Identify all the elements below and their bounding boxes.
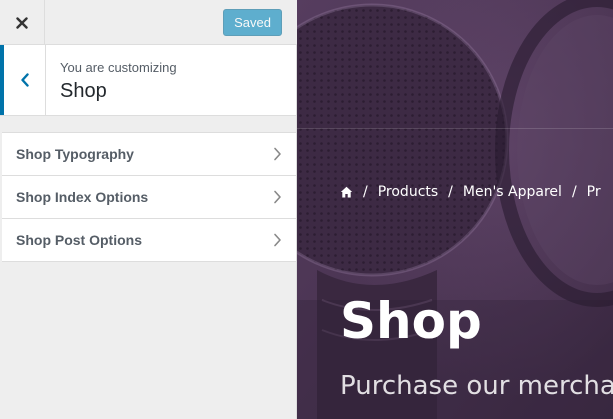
chevron-right-icon: [274, 190, 281, 204]
menu-item-label: Shop Index Options: [16, 189, 149, 205]
page-subtitle: Purchase our merchan: [340, 371, 613, 401]
customizing-label: You are customizing: [60, 60, 177, 75]
section-header: You are customizing Shop: [0, 45, 296, 116]
chevron-right-icon: [274, 233, 281, 247]
chevron-right-icon: [274, 147, 281, 161]
site-preview: / Products / Men's Apparel / Pr Shop Pur…: [297, 0, 613, 419]
breadcrumb-current[interactable]: Pr: [587, 184, 601, 200]
menu-item-label: Shop Post Options: [16, 232, 142, 248]
section-menu: Shop Typography Shop Index Options Shop …: [2, 132, 296, 262]
section-title: Shop: [60, 80, 107, 102]
customizer-panel: Saved You are customizing Shop Shop Typo…: [0, 0, 297, 419]
menu-item-shop-index-options[interactable]: Shop Index Options: [2, 176, 296, 219]
page-title: Shop: [340, 292, 482, 350]
menu-item-shop-post-options[interactable]: Shop Post Options: [2, 219, 296, 262]
chevron-left-icon: [20, 73, 29, 87]
close-button[interactable]: [0, 0, 45, 45]
breadcrumb-separator: /: [363, 184, 368, 200]
close-icon: [16, 16, 28, 29]
breadcrumb-mens-apparel[interactable]: Men's Apparel: [463, 184, 562, 200]
home-icon[interactable]: [340, 186, 353, 198]
hero-background-image: [297, 0, 613, 419]
menu-item-shop-typography[interactable]: Shop Typography: [2, 133, 296, 176]
saved-button[interactable]: Saved: [223, 9, 282, 36]
breadcrumb-separator: /: [571, 184, 577, 200]
breadcrumb-products[interactable]: Products: [378, 184, 438, 200]
menu-item-label: Shop Typography: [16, 146, 134, 162]
header-divider: [297, 128, 613, 129]
breadcrumb-separator: /: [448, 184, 453, 200]
customizer-header: Saved: [0, 0, 297, 45]
breadcrumb: / Products / Men's Apparel / Pr: [340, 184, 601, 200]
back-button[interactable]: [0, 45, 46, 115]
